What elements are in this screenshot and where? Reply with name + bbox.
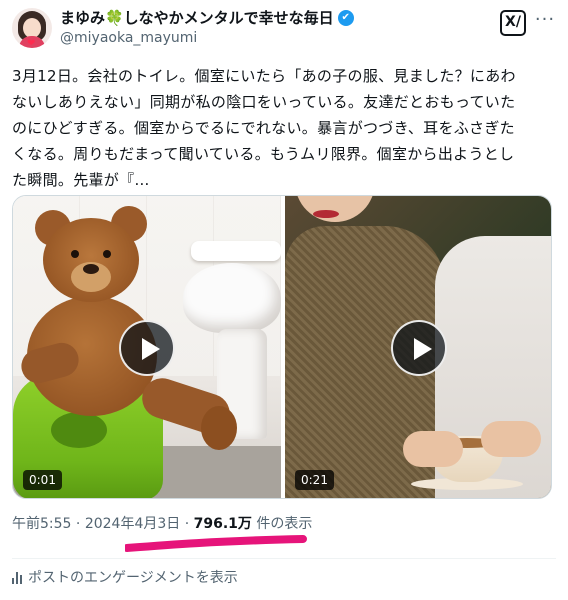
video-coffee-women[interactable]: 0:21 [285, 196, 551, 498]
play-icon[interactable] [119, 320, 175, 376]
video-teddy-bear[interactable]: 0:01 [13, 196, 281, 498]
verified-badge-icon[interactable]: ✔ [337, 10, 354, 26]
tweet-meta: 午前5:55 · 2024年4月3日 · 796.1万 件の表示 [12, 514, 312, 534]
analytics-bars-icon [12, 570, 22, 584]
hand-image [403, 431, 463, 467]
more-options-icon[interactable]: ··· [534, 10, 556, 34]
play-icon[interactable] [391, 320, 447, 376]
tweet-text-line: た瞬間。先輩が『… [12, 171, 150, 189]
views-label: 件の表示 [251, 516, 313, 532]
view-engagement-label: ポストのエンゲージメントを表示 [28, 570, 238, 586]
meta-separator: · [180, 516, 194, 532]
tweet-text-line: のにひどすぎる。個室からでるにでれない。暴言がつづき、耳をふさぎた [12, 119, 515, 137]
teddy-bear-image [17, 206, 237, 456]
tweet-text-line: くなる。周りもだまって聞いている。もうムリ限界。個室から出ようとし [12, 145, 515, 163]
hand-image [481, 421, 541, 457]
tweet-header: ❤ まゆみ🍀しなやかメンタルで幸せな毎日 ✔ @miyaoka_mayumi X… [12, 8, 556, 52]
author-display-name-text: まゆみ🍀しなやかメンタルで幸せな毎日 [60, 9, 334, 27]
view-engagement-link[interactable]: ポストのエンゲージメントを表示 [12, 567, 238, 587]
tweet-date[interactable]: 2024年4月3日 [85, 516, 180, 532]
tweet-text-line: 3月12日。会社のトイレ。個室にいたら「あの子の服、見ました？にあわ [12, 67, 516, 85]
video-duration: 0:01 [23, 470, 62, 490]
video-duration: 0:21 [295, 470, 334, 490]
media-grid: 0:01 0:21 [12, 195, 552, 499]
author-handle[interactable]: @miyaoka_mayumi [60, 28, 354, 48]
grok-icon[interactable]: X/ [500, 10, 526, 36]
divider [12, 558, 556, 559]
tweet-text-line: ないしありえない」同期が私の陰口をいっている。友達だとおもっていた [12, 93, 516, 111]
tweet-time[interactable]: 午前5:55 [12, 516, 71, 532]
heart-icon: ❤ [27, 38, 36, 48]
highlight-underline-marker [125, 535, 307, 552]
author-avatar[interactable]: ❤ [12, 8, 52, 48]
author-display-name[interactable]: まゆみ🍀しなやかメンタルで幸せな毎日 ✔ [60, 8, 354, 28]
tweet-text: 3月12日。会社のトイレ。個室にいたら「あの子の服、見ました？にあわ ないしあり… [12, 63, 552, 193]
author-names[interactable]: まゆみ🍀しなやかメンタルで幸せな毎日 ✔ @miyaoka_mayumi [60, 8, 354, 48]
views-count: 796.1万 [193, 516, 252, 532]
meta-separator: · [71, 516, 85, 532]
